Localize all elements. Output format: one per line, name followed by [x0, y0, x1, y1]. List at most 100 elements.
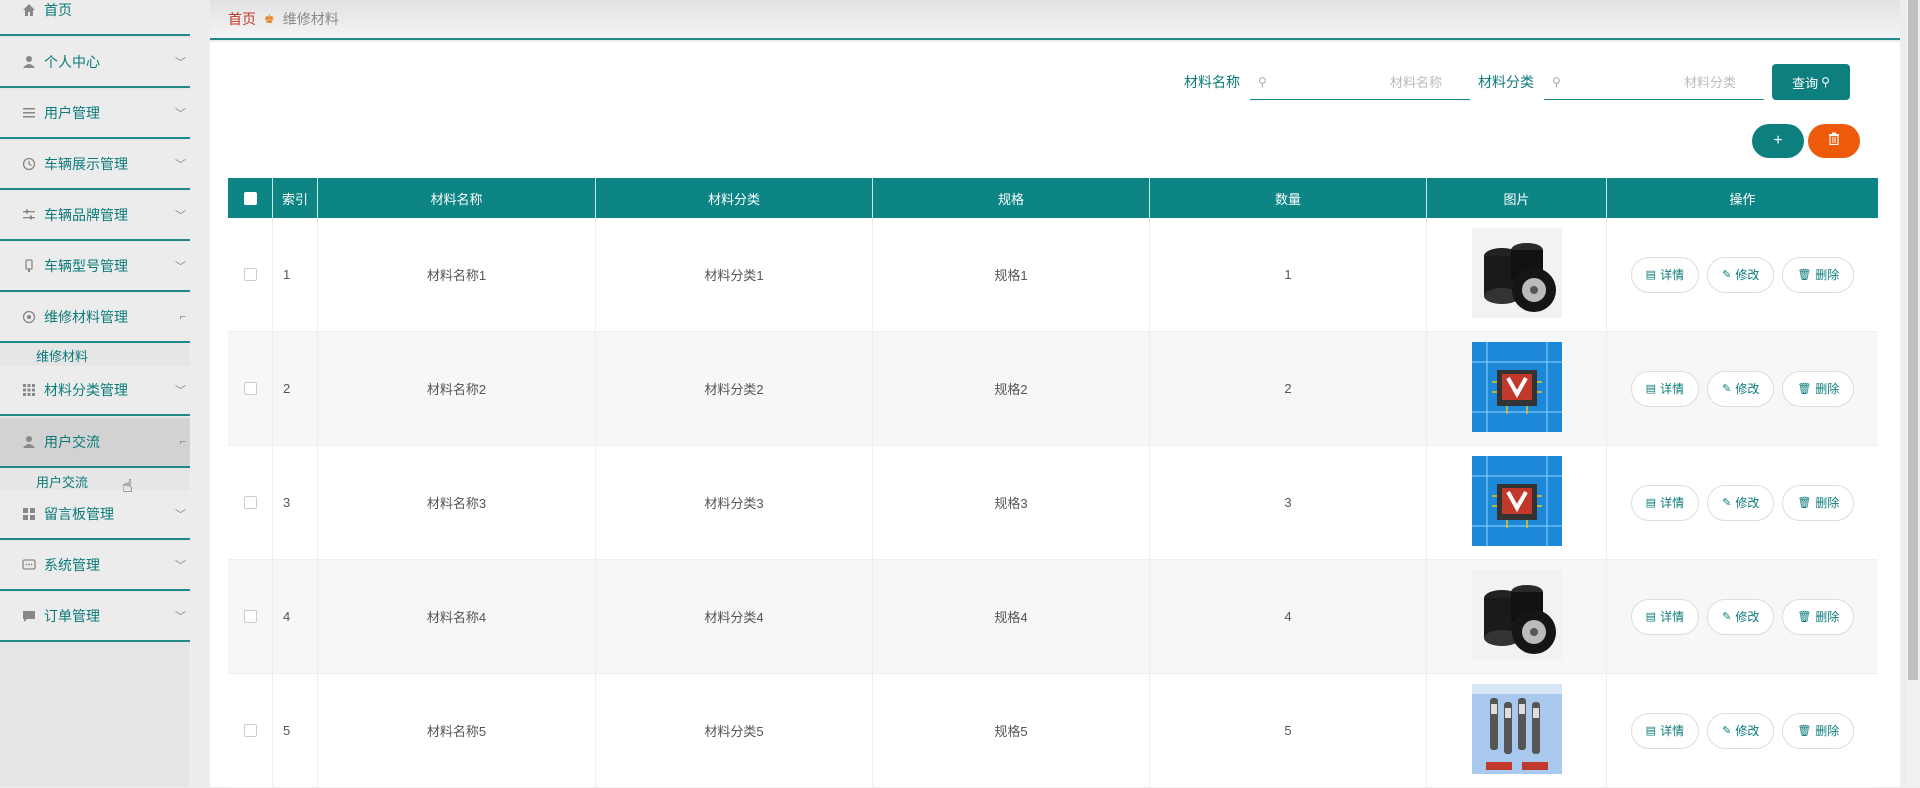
row-checkbox[interactable] [243, 724, 257, 737]
gear-icon [22, 310, 36, 324]
query-button[interactable]: 查询 ⚲ [1772, 64, 1850, 100]
image-cell [1427, 560, 1607, 673]
spec-cell: 规格1 [873, 218, 1150, 331]
material-name-placeholder: 材料名称 [1389, 75, 1442, 90]
detail-button[interactable]: ▤ 详情 [1630, 370, 1700, 407]
search-icon: ⚲ [1552, 74, 1561, 89]
trash-icon: 🗑 [1797, 269, 1812, 281]
name-cell: 材料名称3 [318, 446, 596, 559]
material-category-placeholder: 材料分类 [1683, 75, 1736, 90]
material-name-input[interactable]: ⚲ 材料名称 [1250, 64, 1470, 100]
table-body: 1 材料名称1 材料分类1 规格1 1 ▤ 详情 ✎ 修改 🗑 删除 2 材料名称2 材料分类2 规格2 2 ▤… [228, 218, 1878, 788]
sidebar-item-vehicle-display[interactable]: 车辆展示管理 ﹀ [0, 140, 190, 190]
operations-cell: ▤ 详情 ✎ 修改 🗑 删除 [1607, 674, 1878, 787]
delete-label: 删除 [1815, 268, 1840, 282]
edit-button[interactable]: ✎ 修改 [1707, 712, 1775, 749]
detail-button[interactable]: ▤ 详情 [1630, 256, 1700, 293]
sidebar-item-label: 留言板管理 [44, 506, 114, 522]
vertical-scrollbar[interactable] [1906, 0, 1920, 787]
row-checkbox[interactable] [243, 382, 257, 395]
edit-button[interactable]: ✎ 修改 [1707, 256, 1775, 293]
sidebar-item-users[interactable]: 用户管理 ﹀ [0, 89, 190, 139]
chevron-down-icon: ﹀ [175, 611, 186, 623]
sidebar-item-label: 订单管理 [44, 608, 100, 624]
select-all-checkbox[interactable] [243, 191, 257, 205]
sidebar-item-orders[interactable]: 订单管理 ﹀ [0, 592, 190, 642]
operations-cell: ▤ 详情 ✎ 修改 🗑 删除 [1607, 332, 1878, 445]
delete-button[interactable]: 🗑 删除 [1782, 712, 1855, 749]
sidebar-item-repair-material[interactable]: 维修材料管理 ⌐ [0, 293, 190, 343]
sidebar-item-profile[interactable]: 个人中心 ﹀ [0, 38, 190, 88]
delete-button[interactable]: 🗑 删除 [1782, 370, 1855, 407]
name-cell: 材料名称4 [318, 560, 596, 673]
delete-button[interactable]: 🗑 删除 [1782, 256, 1855, 293]
chevron-down-icon: ﹀ [175, 560, 186, 572]
sidebar-item-home[interactable]: 首页 [0, 0, 190, 36]
material-category-input[interactable]: ⚲ 材料分类 [1544, 64, 1764, 100]
delete-button[interactable]: 🗑 删除 [1782, 484, 1855, 521]
tire-image[interactable] [1471, 228, 1562, 321]
delete-label: 删除 [1815, 496, 1840, 510]
main-content: 首页 ♚ 维修材料 材料名称 ⚲ 材料名称 材料分类 ⚲ 材料分类 查询 ⚲ + [210, 0, 1900, 788]
action-buttons: + [1752, 124, 1860, 158]
sidebar-item-system[interactable]: 系统管理 ﹀ [0, 541, 190, 591]
row-checkbox-cell [228, 560, 273, 673]
material-category-label: 材料分类 [1478, 74, 1534, 90]
sidebar-item-label: 维修材料管理 [44, 309, 128, 325]
operations-cell: ▤ 详情 ✎ 修改 🗑 删除 [1607, 218, 1878, 331]
message-icon [22, 609, 36, 623]
detail-button[interactable]: ▤ 详情 [1630, 484, 1700, 521]
sidebar-item-vehicle-model[interactable]: 车辆型号管理 ﹀ [0, 242, 190, 292]
sidebar-item-label: 用户管理 [44, 105, 100, 121]
detail-label: 详情 [1660, 382, 1685, 396]
sidebar-item-label: 用户交流 [44, 434, 100, 450]
sidebar-subitem-user-exchange[interactable]: 用户交流 [0, 470, 190, 490]
index-cell: 4 [273, 560, 318, 673]
row-checkbox[interactable] [243, 610, 257, 623]
detail-button[interactable]: ▤ 详情 [1630, 712, 1700, 749]
name-cell: 材料名称1 [318, 218, 596, 331]
trash-icon: 🗑 [1797, 383, 1812, 395]
delete-button[interactable]: 🗑 删除 [1782, 598, 1855, 635]
delete-label: 删除 [1815, 610, 1840, 624]
edit-button[interactable]: ✎ 修改 [1707, 370, 1775, 407]
edit-button[interactable]: ✎ 修改 [1707, 484, 1775, 521]
trash-icon: 🗑 [1797, 497, 1812, 509]
home-icon [22, 3, 36, 17]
row-checkbox[interactable] [243, 268, 257, 281]
query-button-label: 查询 [1792, 75, 1819, 91]
spark-plug-image[interactable] [1471, 684, 1562, 777]
scrollbar-thumb[interactable] [1908, 0, 1918, 680]
chip-image[interactable] [1471, 456, 1562, 549]
column-header: 索引 [273, 178, 318, 218]
chip-image[interactable] [1471, 342, 1562, 435]
image-cell [1427, 674, 1607, 787]
pencil-icon: ✎ [1722, 497, 1732, 509]
trash-icon: 🗑 [1797, 611, 1812, 623]
row-checkbox[interactable] [243, 496, 257, 509]
sidebar-item-message-board[interactable]: 留言板管理 ﹀ [0, 490, 190, 540]
sidebar-item-vehicle-brand[interactable]: 车辆品牌管理 ﹀ [0, 191, 190, 241]
document-icon: ▤ [1645, 497, 1657, 509]
chevron-down-icon: ﹀ [175, 108, 186, 120]
spec-cell: 规格3 [873, 446, 1150, 559]
column-header: 数量 [1150, 178, 1427, 218]
sidebar-item-label: 车辆展示管理 [44, 156, 128, 172]
edit-button[interactable]: ✎ 修改 [1707, 598, 1775, 635]
quantity-cell: 3 [1150, 446, 1427, 559]
image-cell [1427, 218, 1607, 331]
add-button[interactable]: + [1752, 124, 1804, 158]
batch-delete-button[interactable] [1808, 124, 1860, 158]
table-header: 索引 材料名称 材料分类 规格 数量 图片 操作 [228, 178, 1878, 218]
sidebar-item-user-exchange[interactable]: 用户交流 ⌐ [0, 418, 190, 468]
breadcrumb-home-link[interactable]: 首页 [228, 9, 256, 29]
table-row: 3 材料名称3 材料分类3 规格3 3 ▤ 详情 ✎ 修改 🗑 删除 [228, 446, 1878, 560]
search-icon: ⚲ [1258, 74, 1267, 89]
breadcrumb-separator-icon: ♚ [264, 12, 275, 26]
material-name-label: 材料名称 [1184, 74, 1240, 90]
tire-image[interactable] [1471, 570, 1562, 663]
sidebar-item-material-category[interactable]: 材料分类管理 ﹀ [0, 366, 190, 416]
detail-button[interactable]: ▤ 详情 [1630, 598, 1700, 635]
sidebar-subitem-repair-material[interactable]: 维修材料 [0, 344, 190, 366]
sidebar-item-label: 首页 [44, 2, 72, 18]
